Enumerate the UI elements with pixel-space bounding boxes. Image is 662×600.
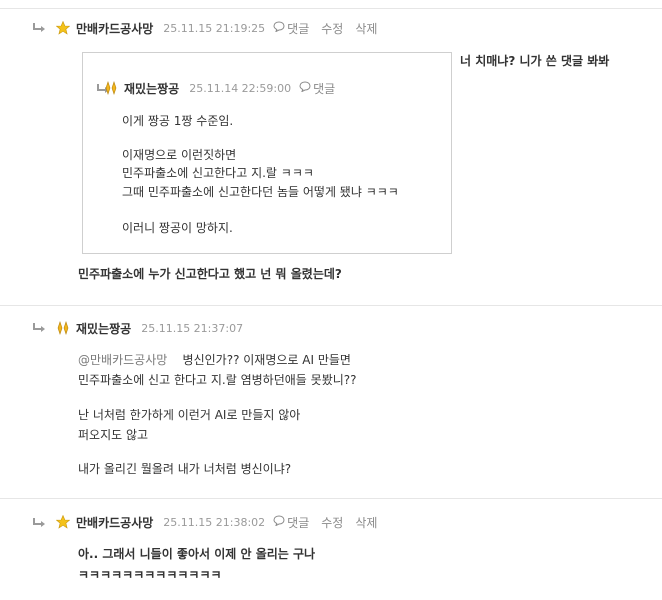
gold-badge-icon bbox=[104, 81, 118, 95]
delete-button[interactable]: 삭제 bbox=[355, 20, 377, 37]
reply-arrow-icon bbox=[32, 322, 46, 334]
comment-text-line: 아.. 그래서 니들이 좋아서 이제 안 올리는 구나 bbox=[78, 547, 316, 561]
reply-arrow-icon bbox=[32, 22, 46, 34]
quoted-comment-meta: 재밌는짱공 25.11.14 22:59:00 댓글 bbox=[104, 80, 335, 96]
quoted-timestamp: 25.11.14 22:59:00 bbox=[189, 81, 292, 95]
reply-button[interactable]: 댓글 bbox=[273, 20, 309, 37]
comment-text-line: @만배카드공사망 병신인가?? 이재명으로 AI 만들면 bbox=[78, 351, 351, 368]
speech-bubble-icon bbox=[273, 515, 285, 529]
divider bbox=[0, 305, 662, 306]
divider bbox=[0, 498, 662, 499]
reply-label: 댓글 bbox=[287, 515, 310, 530]
reply-button[interactable]: 댓글 bbox=[273, 514, 309, 531]
comment-text-line: 퍼오지도 않고 bbox=[78, 428, 149, 442]
comment-text: 병신인가?? 이재명으로 AI 만들면 bbox=[182, 353, 351, 367]
comment-author[interactable]: 만배카드공사망 bbox=[76, 20, 153, 37]
edit-button[interactable]: 수정 bbox=[321, 20, 343, 37]
comment-text-line: 난 너처럼 한가하게 이런거 AI로 만들지 않아 bbox=[78, 408, 301, 422]
quoted-text-line: 민주파출소에 신고한다고 지.랄 ㅋㅋㅋ bbox=[122, 166, 314, 180]
reply-label: 댓글 bbox=[313, 81, 336, 96]
comment-body: 민주파출소에 누가 신고한다고 했고 넌 뭐 올렸는데? bbox=[78, 267, 342, 281]
comment-timestamp: 25.11.15 21:37:07 bbox=[141, 321, 244, 335]
comment-text-line: ㅋㅋㅋㅋㅋㅋㅋㅋㅋㅋㅋㅋㅋ bbox=[78, 568, 222, 582]
star-badge-icon bbox=[56, 515, 70, 529]
comment-author[interactable]: 재밌는짱공 bbox=[76, 320, 131, 337]
delete-button[interactable]: 삭제 bbox=[355, 514, 377, 531]
comment-text-line: 민주파출소에 신고 한다고 지.랄 염병하던애들 못봤니?? bbox=[78, 373, 357, 387]
comment-3-meta: 만배카드공사망 25.11.15 21:38:02 댓글 수정 삭제 bbox=[56, 514, 377, 530]
side-note: 너 치매냐? 니가 쓴 댓글 봐봐 bbox=[460, 54, 610, 68]
comment-timestamp: 25.11.15 21:19:25 bbox=[163, 21, 266, 35]
comment-timestamp: 25.11.15 21:38:02 bbox=[163, 515, 266, 529]
speech-bubble-icon bbox=[299, 81, 311, 95]
comment-2-meta: 재밌는짱공 25.11.15 21:37:07 bbox=[56, 320, 243, 336]
edit-button[interactable]: 수정 bbox=[321, 514, 343, 531]
quoted-text-line: 이재명으로 이런짓하면 bbox=[122, 148, 237, 162]
comment-text-line: 내가 올리긴 뭘올려 내가 너처럼 병신이냐? bbox=[78, 462, 292, 476]
quoted-text-line: 이러니 짱공이 망하지. bbox=[122, 221, 233, 235]
quoted-reply-button[interactable]: 댓글 bbox=[299, 80, 335, 97]
divider-top bbox=[0, 8, 662, 9]
reply-arrow-icon bbox=[32, 517, 46, 529]
mention-link[interactable]: @만배카드공사망 bbox=[78, 353, 167, 367]
comment-1-meta: 만배카드공사망 25.11.15 21:19:25 댓글 수정 삭제 bbox=[56, 20, 377, 36]
reply-label: 댓글 bbox=[287, 21, 310, 36]
quoted-text-line: 그때 민주파출소에 신고한다던 놈들 어떻게 됐냐 ㅋㅋㅋ bbox=[122, 185, 399, 199]
comment-author[interactable]: 만배카드공사망 bbox=[76, 514, 153, 531]
speech-bubble-icon bbox=[273, 21, 285, 35]
gold-badge-icon bbox=[56, 321, 70, 335]
quoted-text-line: 이게 짱공 1짱 수준임. bbox=[122, 114, 234, 128]
star-badge-icon bbox=[56, 21, 70, 35]
quoted-author[interactable]: 재밌는짱공 bbox=[124, 80, 179, 97]
